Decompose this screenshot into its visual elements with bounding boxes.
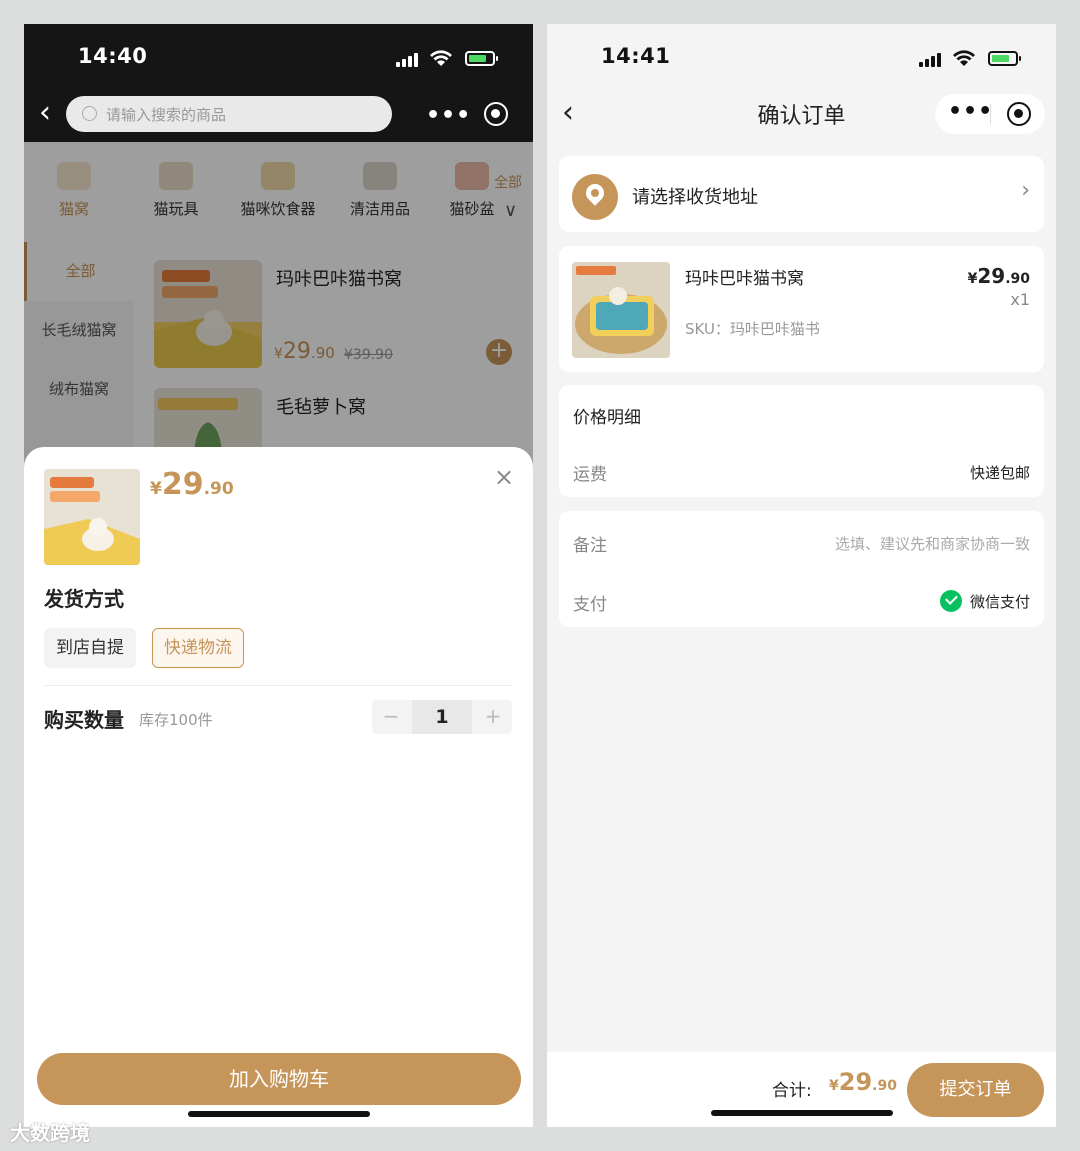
order-item-card: 玛咔巴咔猫书窝 SKU：玛咔巴咔猫书 ¥29.90 x1 — [559, 246, 1044, 372]
item-quantity: x1 — [1010, 290, 1030, 309]
home-indicator — [188, 1111, 370, 1117]
battery-icon — [465, 51, 498, 66]
payment-method[interactable]: 微信支付 — [939, 590, 1030, 612]
location-pin-icon — [572, 174, 618, 220]
total-price: ¥29.90 — [829, 1068, 897, 1096]
more-icon[interactable]: ••• — [948, 99, 993, 124]
shipping-fee-label: 运费 — [573, 465, 607, 485]
payment-label: 支付 — [573, 595, 607, 615]
total-label: 合计: — [772, 1081, 812, 1101]
status-time: 14:41 — [601, 44, 671, 68]
watermark: 大数跨境 — [10, 1121, 90, 1145]
status-time: 14:40 — [78, 44, 148, 68]
address-prompt: 请选择收货地址 — [632, 187, 758, 208]
quantity-input[interactable]: 1 — [412, 700, 472, 734]
search-icon — [82, 106, 97, 121]
nav-bar: 14:40 ‹ 请输入搜索的商品 ••• — [24, 24, 533, 142]
wifi-icon — [953, 50, 975, 66]
order-footer: 合计: ¥29.90 提交订单 — [547, 1052, 1056, 1127]
status-bar: 14:40 — [24, 24, 533, 90]
divider — [990, 104, 991, 124]
decrement-button[interactable]: − — [372, 704, 410, 728]
search-input[interactable]: 请输入搜索的商品 — [66, 96, 392, 132]
modal-overlay[interactable] — [24, 142, 533, 472]
wifi-icon — [430, 50, 452, 66]
status-bar: 14:41 — [547, 24, 1056, 90]
note-label: 备注 — [573, 536, 607, 556]
price-detail-card: 价格明细 运费 快递包邮 — [559, 385, 1044, 497]
product-detail-screen: 14:40 ‹ 请输入搜索的商品 ••• 猫窝 猫玩具 猫咪饮食器 清洁用品 猫… — [24, 24, 533, 1127]
confirm-order-screen: 14:41 ‹ 确认订单 ••• 请选择收货地址 › 玛咔巴咔猫书窝 SKU：玛… — [547, 24, 1056, 1127]
item-thumbnail — [572, 262, 670, 358]
shipping-option-pickup[interactable]: 到店自提 — [44, 628, 136, 668]
product-thumbnail — [44, 469, 140, 565]
shipping-option-express[interactable]: 快递物流 — [152, 628, 244, 668]
payment-method-label: 微信支付 — [969, 593, 1030, 611]
divider — [44, 685, 512, 686]
note-payment-card: 备注 选填、建议先和商家协商一致 支付 微信支付 — [559, 511, 1044, 627]
search-placeholder: 请输入搜索的商品 — [106, 106, 227, 124]
close-miniprogram-icon[interactable] — [1007, 102, 1031, 126]
home-indicator — [711, 1110, 893, 1116]
item-sku: SKU：玛咔巴咔猫书 — [685, 320, 820, 338]
close-icon[interactable]: × — [494, 463, 514, 491]
signal-icon — [919, 51, 945, 67]
close-miniprogram-icon[interactable] — [484, 102, 508, 126]
sku-bottom-sheet: ¥29.90 × 发货方式 到店自提 快递物流 购买数量 库存100件 − 1 … — [24, 447, 533, 1127]
price-detail-title: 价格明细 — [573, 408, 641, 428]
shipping-title: 发货方式 — [44, 587, 124, 611]
increment-button[interactable]: + — [474, 704, 512, 728]
back-icon[interactable]: ‹ — [39, 98, 51, 128]
add-to-cart-button[interactable]: 加入购物车 — [37, 1053, 521, 1105]
chevron-right-icon: › — [1021, 178, 1030, 203]
stock-text: 库存100件 — [139, 711, 213, 729]
note-input[interactable]: 选填、建议先和商家协商一致 — [835, 533, 1030, 554]
wechat-pay-icon — [939, 590, 962, 612]
quantity-label: 购买数量 — [44, 708, 124, 732]
item-title: 玛咔巴咔猫书窝 — [685, 269, 804, 289]
quantity-stepper: − 1 + — [372, 700, 512, 734]
submit-order-button[interactable]: 提交订单 — [907, 1063, 1044, 1117]
shipping-fee-value: 快递包邮 — [969, 464, 1030, 482]
address-card[interactable]: 请选择收货地址 › — [559, 156, 1044, 232]
battery-icon — [988, 51, 1021, 66]
signal-icon — [396, 51, 422, 67]
item-price: ¥29.90 — [967, 264, 1030, 288]
menu-capsule: ••• — [935, 94, 1045, 134]
more-icon[interactable]: ••• — [426, 103, 471, 128]
sheet-price: ¥29.90 — [150, 467, 234, 502]
